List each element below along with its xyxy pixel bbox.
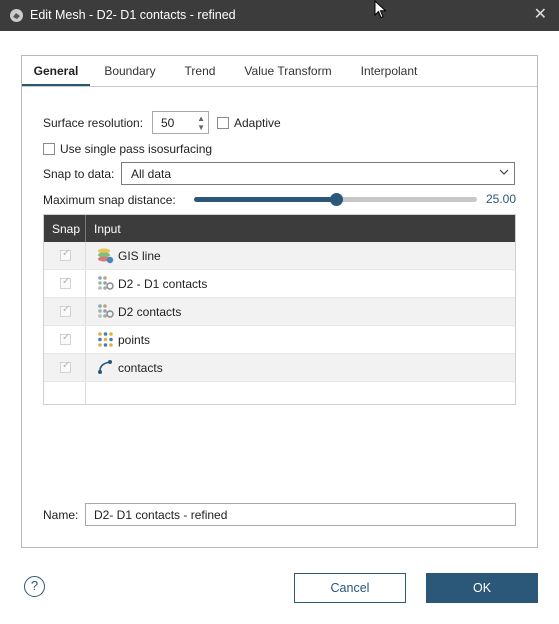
- input-column-header: Input: [94, 222, 121, 236]
- window-title: Edit Mesh - D2- D1 contacts - refined: [30, 8, 236, 22]
- table-row[interactable]: contacts: [44, 354, 515, 382]
- tab-trend[interactable]: Trend: [172, 56, 228, 86]
- table-header: Snap Input: [44, 215, 515, 242]
- snap-checkbox[interactable]: [60, 276, 71, 289]
- ok-button[interactable]: OK: [426, 573, 538, 603]
- polyline-icon: [98, 360, 112, 374]
- snap-to-data-label: Snap to data:: [43, 167, 115, 181]
- app-icon: [10, 9, 23, 22]
- slider-fill: [194, 197, 336, 202]
- gis-line-icon: [98, 248, 114, 264]
- input-name: D2 - D1 contacts: [118, 277, 208, 291]
- points-contacts-icon: [98, 276, 114, 290]
- cell-separator: [85, 298, 86, 325]
- input-name: contacts: [118, 361, 163, 375]
- chevron-down-icon: [499, 169, 509, 175]
- slider-handle[interactable]: [329, 193, 343, 206]
- single-pass-label: Use single pass isosurfacing: [60, 142, 213, 156]
- cancel-button[interactable]: Cancel: [294, 573, 406, 603]
- table-row[interactable]: GIS line: [44, 242, 515, 270]
- snap-column-header: Snap: [52, 222, 81, 236]
- table-row[interactable]: D2 contacts: [44, 298, 515, 326]
- inputs-table: Snap Input GIS line D2 - D1 contacts: [43, 214, 516, 405]
- snap-to-data-value: All data: [131, 167, 172, 181]
- input-name: GIS line: [118, 249, 161, 263]
- points-icon: [98, 332, 113, 347]
- input-name: points: [118, 333, 151, 347]
- cell-separator: [85, 270, 86, 297]
- mouse-cursor-icon: [374, 0, 387, 19]
- input-name: D2 contacts: [118, 305, 182, 319]
- tab-bar: General Boundary Trend Value Transform I…: [22, 56, 537, 87]
- max-snap-distance-label: Maximum snap distance:: [43, 193, 176, 207]
- tab-divider: [22, 86, 537, 87]
- name-label: Name:: [43, 508, 79, 522]
- snap-to-data-select[interactable]: All data: [121, 162, 515, 185]
- header-separator: [85, 215, 86, 242]
- surface-resolution-spinner[interactable]: 50 ▲ ▼: [152, 111, 209, 134]
- help-button[interactable]: ?: [24, 576, 45, 597]
- cell-separator: [85, 382, 86, 404]
- name-input[interactable]: D2- D1 contacts - refined: [85, 503, 516, 526]
- spin-up-icon[interactable]: ▲: [197, 115, 205, 123]
- table-row[interactable]: D2 - D1 contacts: [44, 270, 515, 298]
- adaptive-label: Adaptive: [234, 116, 281, 130]
- cell-separator: [85, 354, 86, 381]
- name-value: D2- D1 contacts - refined: [94, 508, 228, 522]
- table-row[interactable]: points: [44, 326, 515, 354]
- adaptive-checkbox[interactable]: [217, 117, 229, 129]
- close-icon[interactable]: ✕: [534, 6, 547, 24]
- cell-separator: [85, 326, 86, 353]
- tab-value-transform[interactable]: Value Transform: [234, 56, 342, 86]
- points-contacts-icon: [98, 304, 114, 318]
- snap-checkbox[interactable]: [60, 332, 71, 345]
- max-snap-distance-value: 25.00: [485, 192, 516, 206]
- snap-checkbox[interactable]: [60, 304, 71, 317]
- spin-down-icon[interactable]: ▼: [197, 124, 205, 132]
- tab-interpolant[interactable]: Interpolant: [348, 56, 430, 86]
- tab-general[interactable]: General: [22, 56, 90, 87]
- tab-boundary[interactable]: Boundary: [94, 56, 166, 86]
- single-pass-checkbox[interactable]: [43, 143, 55, 155]
- surface-resolution-label: Surface resolution:: [43, 116, 144, 130]
- max-snap-distance-slider[interactable]: [194, 193, 477, 206]
- snap-checkbox[interactable]: [60, 360, 71, 373]
- table-row-empty: [44, 382, 515, 404]
- title-bar: Edit Mesh - D2- D1 contacts - refined ✕: [0, 0, 559, 31]
- surface-resolution-value: 50: [161, 116, 175, 130]
- snap-checkbox[interactable]: [60, 248, 71, 261]
- cell-separator: [85, 242, 86, 269]
